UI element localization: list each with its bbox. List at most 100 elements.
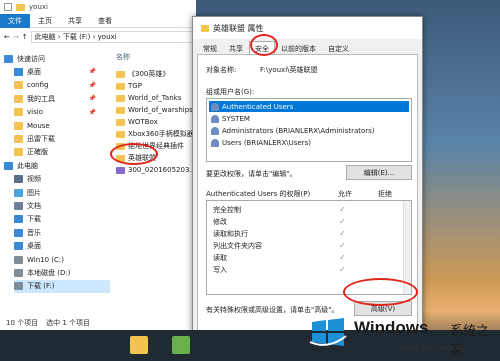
highlight-circle-advanced-button (343, 278, 418, 306)
file-list-item[interactable]: WOTBox (116, 116, 158, 128)
group-list-item[interactable]: Administrators (BRIANLERX\Administrators… (209, 125, 409, 136)
desktop-icon (14, 67, 23, 76)
highlight-circle-security-tab (250, 34, 278, 56)
highlight-circle-selected-file (110, 143, 158, 165)
edit-button[interactable]: 编辑(E)... (346, 165, 412, 180)
quick-access-toolbar-icon[interactable] (4, 3, 12, 11)
folder-icon (116, 118, 125, 126)
nav-item-label: 此电脑 (17, 161, 38, 170)
pin-icon: 📌 (88, 108, 96, 116)
nav-item-label: 正確版 (27, 148, 48, 157)
allow-check-icon: ✓ (339, 241, 346, 250)
file-list-item[interactable]: TGP (116, 80, 142, 92)
app-taskbar-icon[interactable] (172, 336, 190, 354)
nav-item-label: 快速访问 (17, 54, 45, 63)
ribbon-tab-home[interactable]: 主页 (30, 14, 60, 28)
file-list-item[interactable]: 《300英雄》 (116, 68, 169, 80)
change-permissions-hint: 要更改权限，请单击"编辑"。 (206, 170, 297, 178)
nav-item[interactable]: 正確版 (14, 146, 110, 159)
permission-name: 修改 (213, 218, 227, 226)
nav-item[interactable]: 文档 (14, 199, 110, 212)
tab-previous-versions[interactable]: 以前的版本 (275, 41, 322, 55)
allow-column-header: 允许 (338, 190, 352, 198)
document-icon (14, 201, 23, 210)
address-bar-row: ← → ↑ 此电脑 › 下载 (F:) › youxi (0, 29, 196, 45)
folder-icon (116, 106, 125, 114)
allow-check-icon: ✓ (339, 229, 346, 238)
nav-item-label: config (27, 81, 49, 90)
nav-item[interactable]: 本地磁盘 (D:) (14, 266, 110, 279)
windows-logo-icon (309, 318, 347, 346)
selection-count: 选中 1 个项目 (46, 319, 91, 327)
user-group-icon (211, 102, 219, 111)
permissions-label: Authenticated Users 的权限(P) (206, 190, 311, 198)
folder-icon (116, 94, 125, 102)
nav-item[interactable]: 音乐 (14, 226, 110, 239)
watermark-url: www.bjjmlv.com (400, 342, 464, 352)
watermark-title: Windows (354, 318, 429, 337)
file-list: 名称 《300英雄》 TGP World_of_Tanks World_of_wars… (110, 48, 202, 330)
nav-item[interactable]: 我的工具 📌 (14, 92, 110, 105)
nav-item[interactable]: 迅雷下载 (14, 132, 110, 145)
tab-customize[interactable]: 自定义 (322, 41, 355, 55)
file-list-item[interactable]: Xbox360手柄模拟器 (116, 128, 194, 140)
nav-item[interactable]: 桌面 (14, 240, 110, 253)
tab-general[interactable]: 常规 (197, 41, 223, 55)
dialog-titlebar: 英雄联盟 属性 (193, 17, 422, 39)
pin-icon: 📌 (88, 68, 96, 76)
ribbon-tab-share[interactable]: 共享 (60, 14, 90, 28)
permissions-scrollbar[interactable] (403, 201, 411, 294)
nav-item[interactable]: 下载 (F:) (14, 279, 110, 293)
nav-item[interactable]: 下载 (14, 213, 110, 226)
dialog-title: 英雄联盟 属性 (213, 23, 264, 33)
allow-check-icon: ✓ (339, 217, 346, 226)
file-list-item[interactable]: World_of_warships (116, 104, 193, 116)
user-group-icon (211, 114, 219, 123)
group-list-item[interactable]: SYSTEM (209, 113, 409, 124)
nav-item[interactable]: 桌面 📌 (14, 65, 110, 78)
tab-sharing[interactable]: 共享 (223, 41, 249, 55)
ribbon-tab-view[interactable]: 查看 (90, 14, 120, 28)
ribbon-tabs: 文件 主页 共享 查看 (0, 13, 196, 28)
nav-item[interactable]: 快速访问 (4, 52, 110, 65)
nav-item-label: 音乐 (27, 228, 41, 237)
folder-icon (201, 24, 209, 32)
group-list-item[interactable]: Authenticated Users (209, 101, 409, 112)
nav-item[interactable]: config 📌 (14, 79, 110, 92)
folder-icon (14, 121, 23, 130)
nav-item[interactable]: Mouse (14, 119, 110, 132)
groups-listbox[interactable]: Authenticated Users SYSTEM Administrators … (206, 98, 412, 162)
nav-item[interactable]: 图片 (14, 186, 110, 199)
download-icon (14, 215, 23, 224)
group-list-item[interactable]: Users (BRIANLERX\Users) (209, 137, 409, 148)
explorer-titlebar: youxi (0, 0, 196, 14)
folder-icon (14, 108, 23, 117)
drive-icon (14, 282, 23, 291)
watermark-subtitle: 系统之家 (450, 324, 490, 358)
back-arrow-icon[interactable]: ← (4, 33, 10, 41)
nav-item[interactable]: Win10 (C:) (14, 253, 110, 266)
file-name: Xbox360手柄模拟器 (128, 130, 194, 138)
nav-item-label: 桌面 (27, 242, 41, 251)
group-name: Users (BRIANLERX\Users) (222, 138, 311, 147)
permission-row: 列出文件夹内容 ✓ (209, 240, 389, 252)
nav-item[interactable]: visio 📌 (14, 106, 110, 119)
file-list-item[interactable]: 300_0201605203.zip (116, 164, 202, 176)
ribbon-tab-file[interactable]: 文件 (0, 13, 30, 28)
permission-name: 读取和执行 (213, 230, 248, 238)
star-icon (4, 54, 13, 63)
folder-icon (14, 134, 23, 143)
forward-arrow-icon[interactable]: → (13, 33, 19, 41)
groups-label: 组或用户名(G): (206, 88, 255, 96)
permission-name: 列出文件夹内容 (213, 242, 262, 250)
nav-item[interactable]: 此电脑 (4, 159, 110, 172)
up-arrow-icon[interactable]: ↑ (22, 33, 28, 41)
address-bar[interactable]: 此电脑 › 下载 (F:) › youxi (30, 31, 194, 43)
column-header-name[interactable]: 名称 (116, 52, 130, 62)
file-explorer-taskbar-icon[interactable] (130, 336, 148, 354)
item-count: 10 个项目 (6, 319, 39, 327)
nav-item-label: 视频 (27, 175, 41, 184)
file-list-item[interactable]: World_of_Tanks (116, 92, 181, 104)
nav-item[interactable]: 视频 (14, 173, 110, 186)
permission-row: 读取和执行 ✓ (209, 228, 389, 240)
